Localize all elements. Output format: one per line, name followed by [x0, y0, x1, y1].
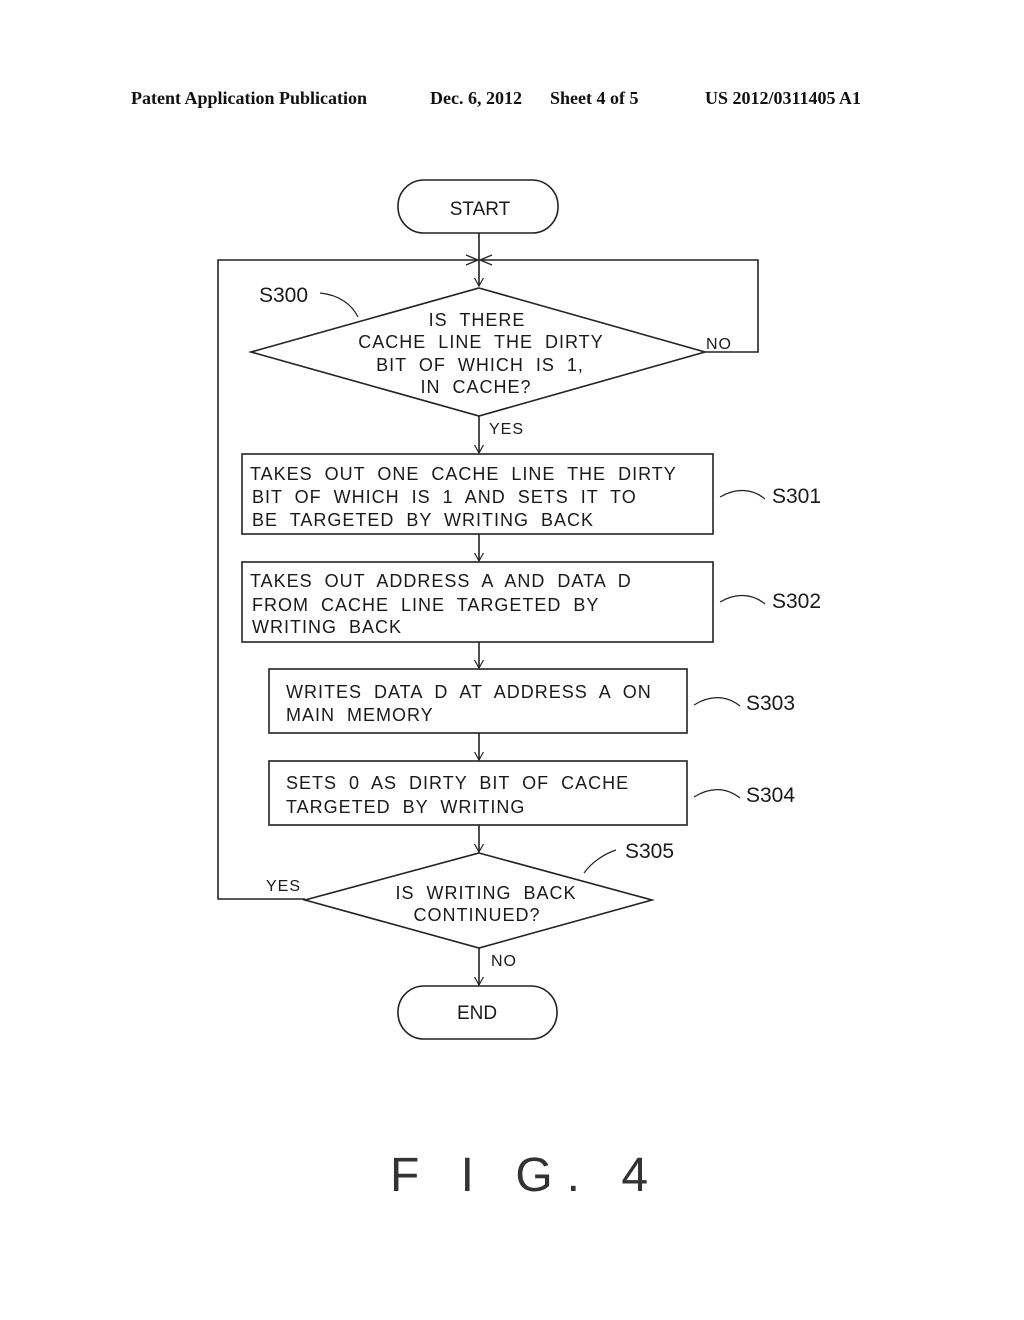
s301-leader-line	[719, 489, 766, 500]
s304-step-label: S304	[746, 784, 795, 807]
s301-text-line: BIT OF WHICH IS 1 AND SETS IT TO	[252, 487, 637, 507]
s301-step-label: S301	[772, 485, 821, 508]
s300-text-line: BIT OF WHICH IS 1,	[376, 355, 584, 375]
s301-text-line: TAKES OUT ONE CACHE LINE THE DIRTY	[250, 464, 677, 484]
process-s303: WRITES DATA D AT ADDRESS A ON MAIN MEMOR…	[268, 668, 795, 734]
s302-text-line: WRITING BACK	[252, 617, 402, 637]
s302-step-label: S302	[772, 590, 821, 613]
decision-s305: IS WRITING BACK CONTINUED? S305 YES NO	[266, 840, 674, 970]
s300-text-line: CACHE LINE THE DIRTY	[358, 332, 603, 352]
process-s302: TAKES OUT ADDRESS A AND DATA D FROM CACH…	[241, 561, 821, 643]
s300-leader-line	[319, 292, 359, 318]
end-terminal: END	[397, 985, 558, 1040]
s304-leader-line	[693, 789, 741, 799]
s302-text-line: FROM CACHE LINE TARGETED BY	[252, 595, 599, 615]
process-s304: SETS 0 AS DIRTY BIT OF CACHE TARGETED BY…	[268, 760, 795, 826]
s305-yes-label: YES	[266, 878, 301, 895]
decision-s300: IS THERE CACHE LINE THE DIRTY BIT OF WHI…	[248, 284, 732, 438]
s305-no-label: NO	[491, 953, 517, 970]
s303-text-line: WRITES DATA D AT ADDRESS A ON	[286, 682, 652, 702]
s305-step-label: S305	[625, 840, 674, 863]
s305-text-line: CONTINUED?	[413, 905, 540, 925]
s302-text-line: TAKES OUT ADDRESS A AND DATA D	[250, 571, 632, 591]
s303-leader-line	[693, 697, 741, 707]
s300-no-label: NO	[706, 336, 732, 353]
s300-text-line: IN CACHE?	[420, 377, 531, 397]
start-terminal: START	[397, 179, 559, 234]
s300-step-label: S300	[259, 284, 308, 307]
s303-text-line: MAIN MEMORY	[286, 705, 434, 725]
s304-text-line: TARGETED BY WRITING	[286, 797, 525, 817]
s304-text-line: SETS 0 AS DIRTY BIT OF CACHE	[286, 773, 629, 793]
flowchart: START IS THERE CACHE LINE THE DIRTY BIT …	[217, 179, 821, 1040]
start-label: START	[450, 199, 511, 220]
s305-text-line: IS WRITING BACK	[395, 883, 576, 903]
end-label: END	[457, 1003, 497, 1024]
figure-label: F I G. 4	[390, 1149, 663, 1202]
process-s301: TAKES OUT ONE CACHE LINE THE DIRTY BIT O…	[241, 453, 821, 535]
s305-leader-line	[583, 849, 617, 874]
s300-text-line: IS THERE	[429, 310, 526, 330]
s301-text-line: BE TARGETED BY WRITING BACK	[252, 510, 594, 530]
s300-yes-label: YES	[489, 421, 524, 438]
s303-step-label: S303	[746, 692, 795, 715]
s302-leader-line	[719, 594, 766, 605]
